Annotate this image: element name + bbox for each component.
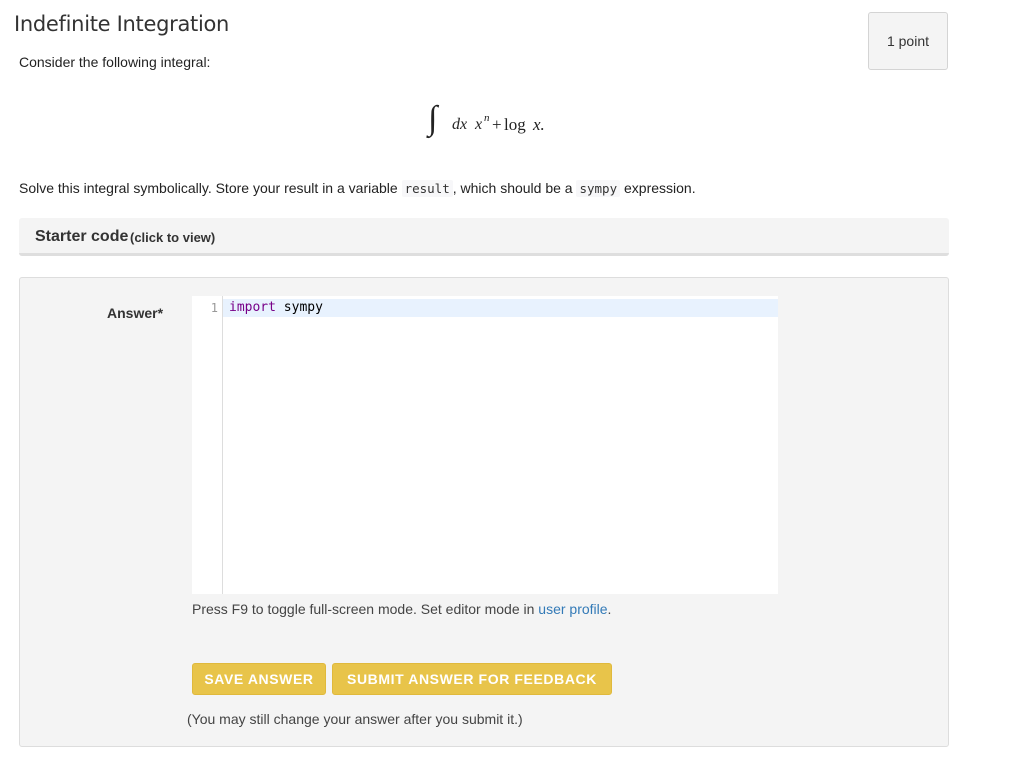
equation-exponent: n: [484, 112, 490, 124]
editor-hint-text: Press F9 to toggle full-screen mode. Set…: [192, 601, 539, 617]
code-line[interactable]: import sympy: [229, 300, 323, 315]
submit-note: (You may still change your answer after …: [187, 711, 523, 727]
line-number: 1: [210, 301, 218, 315]
save-answer-button[interactable]: SAVE ANSWER: [192, 663, 326, 695]
prompt-text-3: expression.: [620, 180, 696, 196]
prompt-text-1: Solve this integral symbolically. Store …: [19, 180, 402, 196]
starter-code-title: Starter code: [35, 228, 129, 245]
points-badge: 1 point: [868, 12, 948, 70]
answer-label: Answer*: [107, 305, 164, 321]
question-prompt: Solve this integral symbolically. Store …: [19, 180, 696, 197]
answer-panel: Answer* 1 import sympy Press F9 to toggl…: [19, 277, 949, 747]
prompt-text-2: , which should be a: [452, 180, 577, 196]
equation-plus: +: [492, 115, 502, 134]
starter-code-toggle[interactable]: Starter code (click to view): [19, 218, 949, 256]
equation-x-end: x.: [533, 115, 545, 134]
code-module: sympy: [275, 300, 323, 315]
equation-dx: dx: [452, 116, 468, 133]
question-intro: Consider the following integral:: [19, 54, 211, 70]
page-title: Indefinite Integration: [14, 12, 230, 36]
integral-sign: ∫: [428, 100, 438, 137]
starter-code-hint: (click to view): [130, 230, 216, 245]
submit-answer-button[interactable]: SUBMIT ANSWER FOR FEEDBACK: [332, 663, 612, 695]
code-editor[interactable]: 1 import sympy: [192, 296, 778, 594]
editor-hint-end: .: [607, 601, 612, 617]
editor-hint: Press F9 to toggle full-screen mode. Set…: [192, 601, 611, 617]
result-code: result: [401, 180, 453, 197]
code-keyword: import: [229, 300, 276, 315]
user-profile-link[interactable]: user profile: [538, 601, 607, 617]
equation-x: x: [475, 116, 483, 133]
editor-gutter: 1: [192, 296, 223, 594]
equation-log: log: [504, 115, 526, 134]
sympy-code: sympy: [576, 180, 621, 197]
